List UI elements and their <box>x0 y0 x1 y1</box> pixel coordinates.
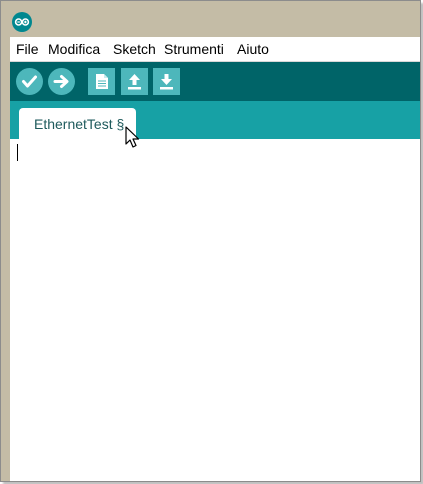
app-window: File Modifica Sketch Strumenti Aiuto Eth… <box>0 0 421 482</box>
new-file-icon <box>96 74 108 89</box>
tab-label: EthernetTest § <box>34 116 125 132</box>
save-button[interactable] <box>153 68 180 95</box>
new-sketch-button[interactable] <box>88 68 115 95</box>
verify-check-icon <box>22 75 37 88</box>
open-button[interactable] <box>121 68 148 95</box>
toolbar <box>10 62 420 101</box>
mouse-pointer-icon <box>125 126 141 150</box>
text-caret <box>17 144 18 161</box>
upload-button[interactable] <box>48 68 75 95</box>
window-left-border <box>1 1 10 481</box>
arduino-logo-icon <box>12 12 32 32</box>
upload-arrow-icon <box>53 75 69 88</box>
title-bar[interactable] <box>1 1 420 37</box>
menu-sketch[interactable]: Sketch <box>113 41 156 57</box>
tab-ethernettest[interactable]: EthernetTest § <box>19 108 136 139</box>
verify-button[interactable] <box>16 68 43 95</box>
menu-bar: File Modifica Sketch Strumenti Aiuto <box>10 37 420 62</box>
code-editor[interactable] <box>10 139 420 481</box>
menu-strumenti[interactable]: Strumenti <box>164 41 224 57</box>
tab-bar: EthernetTest § <box>10 101 420 139</box>
save-arrow-down-icon <box>160 74 173 90</box>
menu-file[interactable]: File <box>16 41 39 57</box>
menu-aiuto[interactable]: Aiuto <box>237 41 269 57</box>
open-arrow-up-icon <box>128 74 141 90</box>
menu-modifica[interactable]: Modifica <box>48 41 100 57</box>
